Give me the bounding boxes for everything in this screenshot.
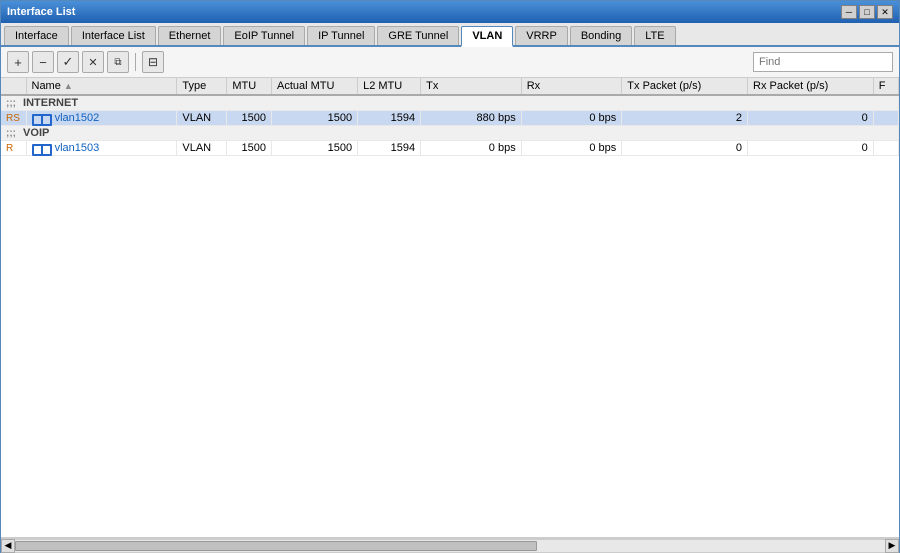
col-header-tx[interactable]: Tx [421,78,522,95]
toolbar-separator [135,53,136,71]
row-tx-packet: 0 [622,141,748,156]
col-header-f[interactable]: F [873,78,898,95]
scroll-thumb[interactable] [15,541,537,551]
copy-button[interactable]: ⧉ [107,51,129,73]
row-mtu: 1500 [227,141,272,156]
group-row-voip: ;;; VOIP [1,126,899,141]
col-header-tx-packet[interactable]: Tx Packet (p/s) [622,78,748,95]
row-l2mtu: 1594 [358,141,421,156]
tab-bonding[interactable]: Bonding [570,26,632,45]
main-window: Interface List ─ □ ✕ Interface Interface… [0,0,900,553]
table-container: Name ▲ Type MTU Actual MTU L2 MTU Tx Rx … [1,78,899,538]
tab-eoip-tunnel[interactable]: EoIP Tunnel [223,26,305,45]
row-tx-packet: 2 [622,111,748,126]
row-rx: 0 bps [521,141,622,156]
col-header-mtu[interactable]: MTU [227,78,272,95]
tab-interface-list[interactable]: Interface List [71,26,156,45]
scroll-right-button[interactable]: ▶ [885,539,899,553]
add-button[interactable]: + [7,51,29,73]
group-row-internet: ;;; INTERNET [1,95,899,111]
tab-interface[interactable]: Interface [4,26,69,45]
filter-button[interactable]: ⊟ [142,51,164,73]
col-header-rx[interactable]: Rx [521,78,622,95]
col-header-type[interactable]: Type [177,78,227,95]
row-rx: 0 bps [521,111,622,126]
col-header-actual-mtu[interactable]: Actual MTU [271,78,357,95]
interface-name[interactable]: vlan1503 [55,142,100,154]
interface-icon [32,112,50,124]
row-rx-packet: 0 [748,141,874,156]
maximize-button[interactable]: □ [859,5,875,19]
col-header-name[interactable]: Name ▲ [26,78,177,95]
row-l2mtu: 1594 [358,111,421,126]
interface-table: Name ▲ Type MTU Actual MTU L2 MTU Tx Rx … [1,78,899,156]
row-flag: R [1,141,26,156]
horizontal-scrollbar[interactable]: ◀ ▶ [1,538,899,552]
table-header-row: Name ▲ Type MTU Actual MTU L2 MTU Tx Rx … [1,78,899,95]
window-title: Interface List [7,6,75,18]
group-label-voip: ;;; VOIP [1,126,899,141]
row-actual-mtu: 1500 [271,141,357,156]
table-row[interactable]: R vlan1503 VLAN 1500 1500 1594 0 bps 0 b… [1,141,899,156]
scroll-track[interactable] [15,539,885,553]
toolbar: + − ✓ ✕ ⧉ ⊟ [1,47,899,78]
tab-vlan[interactable]: VLAN [461,26,513,47]
interface-icon [32,142,50,154]
row-name[interactable]: vlan1502 [26,111,177,126]
minimize-button[interactable]: ─ [841,5,857,19]
row-name[interactable]: vlan1503 [26,141,177,156]
tab-lte[interactable]: LTE [634,26,675,45]
col-header-rx-packet[interactable]: Rx Packet (p/s) [748,78,874,95]
tab-vrrp[interactable]: VRRP [515,26,568,45]
group-label-internet: ;;; INTERNET [1,95,899,111]
scroll-left-button[interactable]: ◀ [1,539,15,553]
row-rx-packet: 0 [748,111,874,126]
row-actual-mtu: 1500 [271,111,357,126]
tab-ip-tunnel[interactable]: IP Tunnel [307,26,375,45]
disable-button[interactable]: ✕ [82,51,104,73]
row-flag: RS [1,111,26,126]
sort-arrow-name: ▲ [64,81,73,91]
interface-name[interactable]: vlan1502 [55,112,100,124]
window-controls: ─ □ ✕ [841,5,893,19]
tab-bar: Interface Interface List Ethernet EoIP T… [1,23,899,47]
row-type: VLAN [177,111,227,126]
col-header-l2mtu[interactable]: L2 MTU [358,78,421,95]
table-row[interactable]: RS vlan1502 VLAN 1500 1500 1594 880 bps … [1,111,899,126]
row-tx: 0 bps [421,141,522,156]
enable-button[interactable]: ✓ [57,51,79,73]
close-button[interactable]: ✕ [877,5,893,19]
col-header-flag [1,78,26,95]
remove-button[interactable]: − [32,51,54,73]
search-input[interactable] [753,52,893,72]
title-bar: Interface List ─ □ ✕ [1,1,899,23]
row-f [873,111,898,126]
row-tx: 880 bps [421,111,522,126]
row-type: VLAN [177,141,227,156]
tab-gre-tunnel[interactable]: GRE Tunnel [377,26,459,45]
tab-ethernet[interactable]: Ethernet [158,26,222,45]
row-mtu: 1500 [227,111,272,126]
row-f [873,141,898,156]
